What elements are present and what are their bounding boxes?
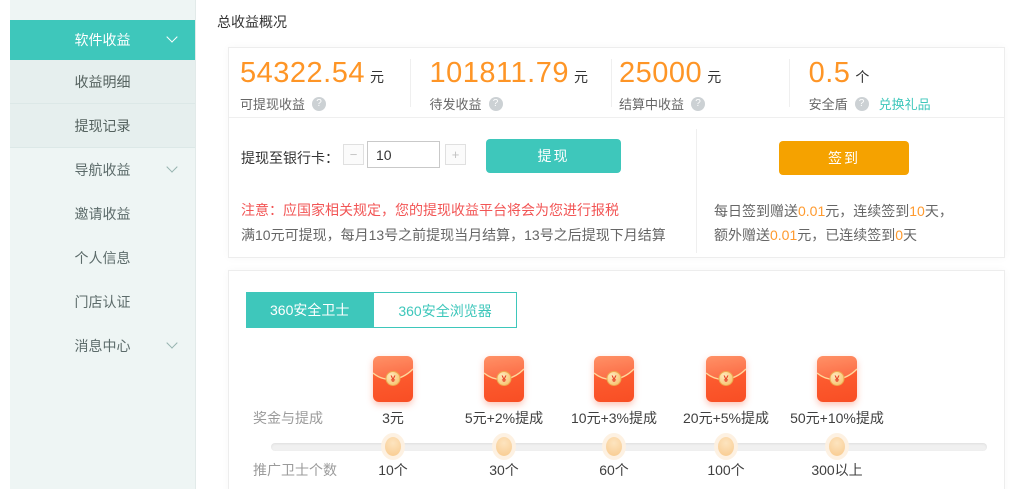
tier-envelope: ¥ <box>666 356 786 402</box>
stat-unit: 个 <box>855 69 869 85</box>
milestone-dot <box>718 437 734 456</box>
milestone-dot <box>829 437 845 456</box>
stat-pending: 101811.79 元 待发收益? <box>411 48 613 117</box>
stat-label: 安全盾 <box>809 94 848 113</box>
tier-envelope: ¥ <box>777 356 897 402</box>
milestone-dot <box>606 437 622 456</box>
tier-bonus-label: 50元+10%提成 <box>777 408 897 428</box>
chevron-down-icon <box>168 163 177 172</box>
stat-unit: 元 <box>370 69 384 85</box>
stat-withdrawable: 54322.54 元 可提现收益? <box>229 48 411 117</box>
red-envelope-icon: ¥ <box>484 356 524 402</box>
withdraw-button[interactable]: 提现 <box>486 139 621 173</box>
tab-360-browser[interactable]: 360安全浏览器 <box>373 292 516 328</box>
sidebar-item-label: 提现记录 <box>75 118 131 134</box>
help-icon[interactable]: ? <box>312 97 326 111</box>
tax-warning-text: 注意：应国家相关规定，您的提现收益平台将会为您进行报税 <box>241 200 619 220</box>
sidebar-item-label: 门店认证 <box>75 294 131 310</box>
stat-value: 25000 <box>619 57 702 89</box>
bonus-row-label: 奖金与提成 <box>253 408 323 428</box>
stat-value: 101811.79 <box>430 57 569 89</box>
coin-icon: ¥ <box>497 371 512 386</box>
red-envelope-icon: ¥ <box>706 356 746 402</box>
earnings-summary-card: 54322.54 元 可提现收益? 101811.79 元 待发收益? 25000 元… <box>228 47 1005 258</box>
help-icon[interactable]: ? <box>855 97 869 111</box>
tier-envelope: ¥ <box>333 356 453 402</box>
sidebar-item-message-center[interactable]: 消息中心 <box>10 324 195 368</box>
vertical-divider <box>696 129 697 253</box>
red-envelope-icon: ¥ <box>817 356 857 402</box>
stat-label: 结算中收益 <box>619 94 684 113</box>
help-icon[interactable]: ? <box>691 97 705 111</box>
stat-unit: 元 <box>574 69 588 85</box>
help-icon[interactable]: ? <box>489 97 503 111</box>
tier-bonus-label: 10元+3%提成 <box>554 408 674 428</box>
milestone-dot <box>385 437 401 456</box>
exchange-gift-link[interactable]: 兑换礼品 <box>879 94 931 113</box>
stat-label: 待发收益 <box>430 94 482 113</box>
stat-label: 可提现收益 <box>240 94 305 113</box>
promotion-tiers-card: 360安全卫士 360安全浏览器 ¥ ¥ ¥ ¥ <box>228 270 1005 489</box>
sidebar-item-label: 邀请收益 <box>75 206 131 222</box>
withdraw-rules-text: 满10元可提现，每月13号之前提现当月结算，13号之后提现下月结算 <box>241 225 666 245</box>
chevron-down-icon <box>168 33 177 42</box>
tier-count-label: 10个 <box>333 460 453 480</box>
milestone-dot <box>496 437 512 456</box>
sign-in-button[interactable]: 签到 <box>779 141 909 175</box>
tier-bonus-label: 5元+2%提成 <box>444 408 564 428</box>
sign-in-info-line2: 额外赠送0.01元，已连续签到0天 <box>714 225 917 245</box>
tier-envelope: ¥ <box>554 356 674 402</box>
sidebar-item-navigation-earnings[interactable]: 导航收益 <box>10 148 195 192</box>
amount-increase-button[interactable]: + <box>445 144 466 165</box>
milestone-track <box>271 443 987 451</box>
tier-count-label: 30个 <box>444 460 564 480</box>
tier-bonus-label: 3元 <box>333 408 453 428</box>
count-row-label: 推广卫士个数 <box>253 460 337 480</box>
sidebar-item-software-earnings[interactable]: 软件收益 <box>10 20 195 60</box>
withdraw-to-bank-label: 提现至银行卡： <box>241 148 339 168</box>
sidebar-item-personal-info[interactable]: 个人信息 <box>10 236 195 280</box>
tab-360-safeguard[interactable]: 360安全卫士 <box>246 292 373 328</box>
sidebar-item-earnings-detail[interactable]: 收益明细 <box>10 60 195 104</box>
coin-icon: ¥ <box>719 371 734 386</box>
coin-icon: ¥ <box>386 371 401 386</box>
sidebar-item-label: 个人信息 <box>75 250 131 266</box>
sidebar-item-label: 导航收益 <box>75 162 131 178</box>
coin-icon: ¥ <box>607 371 622 386</box>
sidebar-item-label: 收益明细 <box>75 74 131 90</box>
tier-count-label: 100个 <box>666 460 786 480</box>
chevron-down-icon <box>168 339 177 348</box>
stat-security-shield: 0.5个 安全盾? 兑换礼品 <box>790 48 1004 117</box>
stat-value: 0.5 <box>809 57 851 89</box>
sidebar-item-label: 软件收益 <box>75 32 131 48</box>
sign-in-info-line1: 每日签到赠送0.01元，连续签到10天， <box>714 201 953 221</box>
stat-settling: 25000 元 结算中收益? <box>612 48 790 117</box>
product-tabs: 360安全卫士 360安全浏览器 <box>246 292 517 328</box>
sidebar-item-withdrawal-records[interactable]: 提现记录 <box>10 104 195 148</box>
stat-unit: 元 <box>707 69 721 85</box>
page-title: 总收益概况 <box>217 12 287 32</box>
sidebar-item-invite-earnings[interactable]: 邀请收益 <box>10 192 195 236</box>
coin-icon: ¥ <box>830 371 845 386</box>
sidebar-item-store-certification[interactable]: 门店认证 <box>10 280 195 324</box>
tier-bonus-label: 20元+5%提成 <box>666 408 786 428</box>
amount-decrease-button[interactable]: − <box>343 144 364 165</box>
withdraw-amount-input[interactable] <box>367 141 440 168</box>
tier-count-label: 300以上 <box>777 460 897 480</box>
tier-count-label: 60个 <box>554 460 674 480</box>
stats-row: 54322.54 元 可提现收益? 101811.79 元 待发收益? 25000 元… <box>229 48 1004 118</box>
tier-envelope: ¥ <box>444 356 564 402</box>
sidebar-item-label: 消息中心 <box>75 338 131 354</box>
red-envelope-icon: ¥ <box>373 356 413 402</box>
sidebar: 软件收益 收益明细 提现记录 导航收益 邀请收益 个人信息 门店认证 消息中心 <box>10 0 196 489</box>
stat-value: 54322.54 <box>240 57 365 89</box>
earnings-dashboard: 软件收益 收益明细 提现记录 导航收益 邀请收益 个人信息 门店认证 消息中心 … <box>0 0 1016 489</box>
red-envelope-icon: ¥ <box>594 356 634 402</box>
